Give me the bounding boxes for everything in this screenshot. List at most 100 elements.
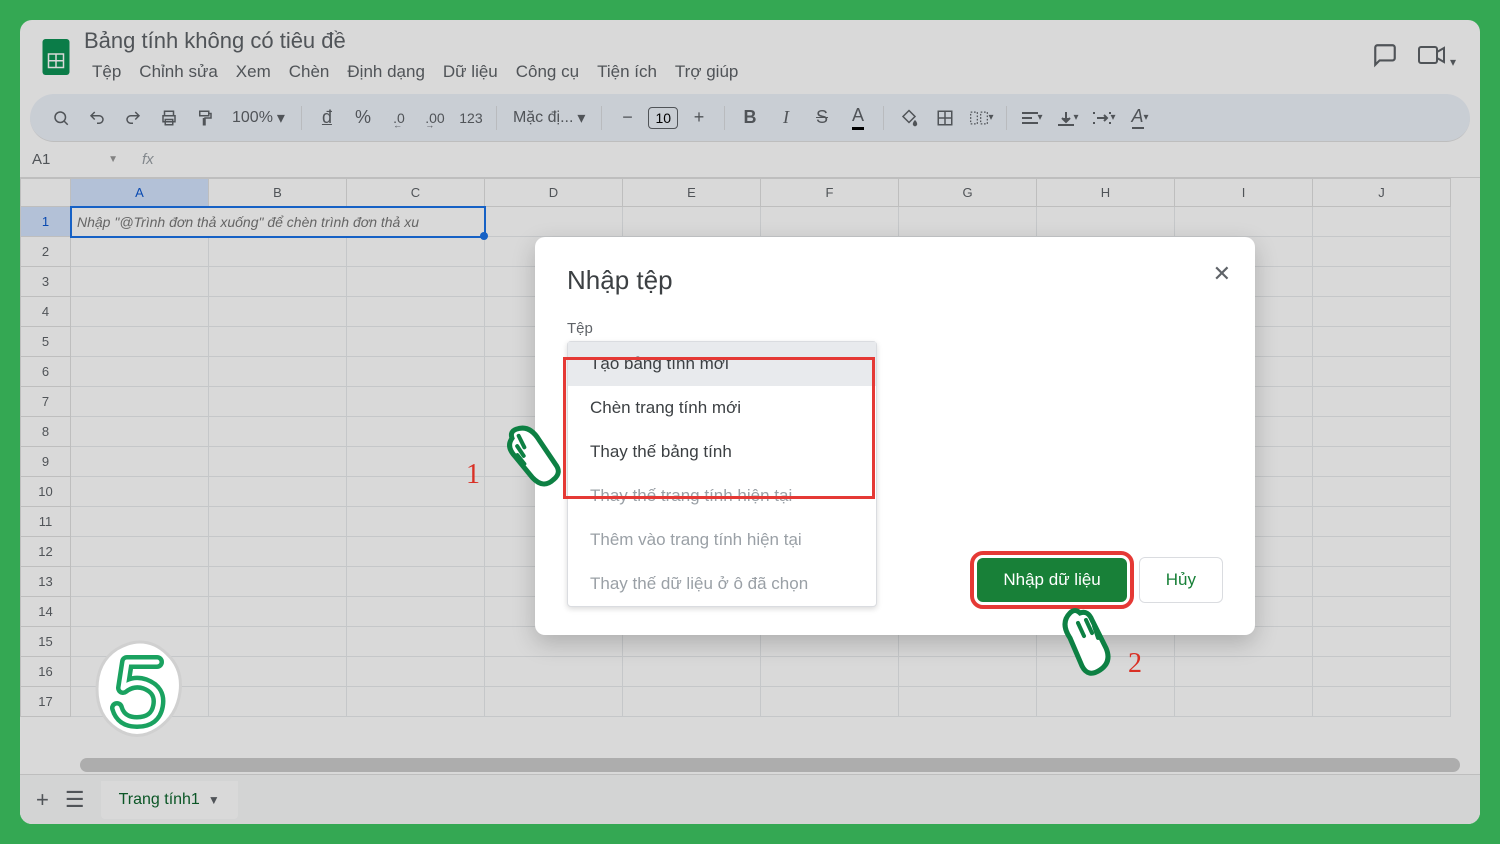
menu-định-dạng[interactable]: Định dạng bbox=[339, 58, 433, 86]
merge-button[interactable]: ▾ bbox=[966, 103, 996, 133]
cell-C15[interactable] bbox=[347, 627, 485, 657]
cell-J13[interactable] bbox=[1313, 567, 1451, 597]
row-header-6[interactable]: 6 bbox=[21, 357, 71, 387]
import-data-button[interactable]: Nhập dữ liệu bbox=[977, 558, 1126, 602]
col-header-G[interactable]: G bbox=[899, 179, 1037, 207]
cell-A12[interactable] bbox=[71, 537, 209, 567]
import-location-dropdown[interactable]: Tạo bảng tính mớiChèn trang tính mớiThay… bbox=[567, 341, 877, 607]
row-header-12[interactable]: 12 bbox=[21, 537, 71, 567]
cell-B8[interactable] bbox=[209, 417, 347, 447]
document-title[interactable]: Bảng tính không có tiêu đề bbox=[84, 28, 1372, 54]
import-option-0[interactable]: Tạo bảng tính mới bbox=[568, 342, 876, 386]
redo-icon[interactable] bbox=[118, 103, 148, 133]
paint-format-icon[interactable] bbox=[190, 103, 220, 133]
cell-B4[interactable] bbox=[209, 297, 347, 327]
row-header-15[interactable]: 15 bbox=[21, 627, 71, 657]
row-header-3[interactable]: 3 bbox=[21, 267, 71, 297]
cell-J7[interactable] bbox=[1313, 387, 1451, 417]
cell-J2[interactable] bbox=[1313, 237, 1451, 267]
all-sheets-button[interactable]: ☰ bbox=[65, 787, 85, 813]
font-size-decrease[interactable]: − bbox=[612, 103, 642, 133]
cell-G17[interactable] bbox=[899, 687, 1037, 717]
cell-C13[interactable] bbox=[347, 567, 485, 597]
cell-A11[interactable] bbox=[71, 507, 209, 537]
cell-J6[interactable] bbox=[1313, 357, 1451, 387]
cell-B3[interactable] bbox=[209, 267, 347, 297]
cell-F17[interactable] bbox=[761, 687, 899, 717]
cell-C9[interactable] bbox=[347, 447, 485, 477]
zoom-select[interactable]: 100% ▾ bbox=[226, 108, 291, 128]
cell-A1[interactable]: Nhập "@Trình đơn thả xuống" để chèn trìn… bbox=[71, 207, 485, 237]
cell-H17[interactable] bbox=[1037, 687, 1175, 717]
cell-B9[interactable] bbox=[209, 447, 347, 477]
cell-C4[interactable] bbox=[347, 297, 485, 327]
cell-E16[interactable] bbox=[623, 657, 761, 687]
cell-B6[interactable] bbox=[209, 357, 347, 387]
strikethrough-button[interactable]: S bbox=[807, 103, 837, 133]
italic-button[interactable]: I bbox=[771, 103, 801, 133]
cell-A9[interactable] bbox=[71, 447, 209, 477]
select-all-corner[interactable] bbox=[21, 179, 71, 207]
cell-A14[interactable] bbox=[71, 597, 209, 627]
cell-C8[interactable] bbox=[347, 417, 485, 447]
cell-J5[interactable] bbox=[1313, 327, 1451, 357]
wrap-button[interactable]: ▾ bbox=[1089, 103, 1119, 133]
percent-format[interactable]: % bbox=[348, 103, 378, 133]
cell-B12[interactable] bbox=[209, 537, 347, 567]
row-header-16[interactable]: 16 bbox=[21, 657, 71, 687]
cell-B13[interactable] bbox=[209, 567, 347, 597]
fill-color-button[interactable] bbox=[894, 103, 924, 133]
cell-C10[interactable] bbox=[347, 477, 485, 507]
cell-H1[interactable] bbox=[1037, 207, 1175, 237]
cell-I16[interactable] bbox=[1175, 657, 1313, 687]
cell-J1[interactable] bbox=[1313, 207, 1451, 237]
menu-dữ-liệu[interactable]: Dữ liệu bbox=[435, 58, 506, 86]
cell-B10[interactable] bbox=[209, 477, 347, 507]
row-header-7[interactable]: 7 bbox=[21, 387, 71, 417]
row-header-14[interactable]: 14 bbox=[21, 597, 71, 627]
cell-J16[interactable] bbox=[1313, 657, 1451, 687]
cell-F1[interactable] bbox=[761, 207, 899, 237]
row-header-17[interactable]: 17 bbox=[21, 687, 71, 717]
search-icon[interactable] bbox=[46, 103, 76, 133]
cell-J11[interactable] bbox=[1313, 507, 1451, 537]
menu-chèn[interactable]: Chèn bbox=[281, 58, 338, 86]
cell-C2[interactable] bbox=[347, 237, 485, 267]
increase-decimal[interactable]: .00→ bbox=[420, 103, 450, 133]
cell-F16[interactable] bbox=[761, 657, 899, 687]
v-align-button[interactable]: ▾ bbox=[1053, 103, 1083, 133]
col-header-J[interactable]: J bbox=[1313, 179, 1451, 207]
cell-E17[interactable] bbox=[623, 687, 761, 717]
cell-J4[interactable] bbox=[1313, 297, 1451, 327]
sheet-tab-1[interactable]: Trang tính1▼ bbox=[101, 781, 238, 819]
menu-trợ-giúp[interactable]: Trợ giúp bbox=[667, 58, 746, 86]
cell-A4[interactable] bbox=[71, 297, 209, 327]
col-header-A[interactable]: A bbox=[71, 179, 209, 207]
row-header-5[interactable]: 5 bbox=[21, 327, 71, 357]
menu-chỉnh-sửa[interactable]: Chỉnh sửa bbox=[131, 58, 225, 86]
cell-B2[interactable] bbox=[209, 237, 347, 267]
row-header-11[interactable]: 11 bbox=[21, 507, 71, 537]
font-size-input[interactable]: 10 bbox=[648, 107, 678, 129]
font-size-increase[interactable]: + bbox=[684, 103, 714, 133]
undo-icon[interactable] bbox=[82, 103, 112, 133]
cell-G1[interactable] bbox=[899, 207, 1037, 237]
cell-J12[interactable] bbox=[1313, 537, 1451, 567]
import-option-1[interactable]: Chèn trang tính mới bbox=[568, 386, 876, 430]
name-box[interactable]: A1▼ bbox=[20, 147, 130, 172]
cell-I17[interactable] bbox=[1175, 687, 1313, 717]
row-header-9[interactable]: 9 bbox=[21, 447, 71, 477]
cell-B15[interactable] bbox=[209, 627, 347, 657]
cell-C12[interactable] bbox=[347, 537, 485, 567]
cell-I1[interactable] bbox=[1175, 207, 1313, 237]
col-header-E[interactable]: E bbox=[623, 179, 761, 207]
row-header-1[interactable]: 1 bbox=[21, 207, 71, 237]
add-sheet-button[interactable]: + bbox=[36, 787, 49, 813]
cell-C3[interactable] bbox=[347, 267, 485, 297]
cell-B14[interactable] bbox=[209, 597, 347, 627]
font-select[interactable]: Mặc đị... ▾ bbox=[507, 108, 592, 128]
text-color-button[interactable]: A bbox=[843, 103, 873, 133]
row-header-8[interactable]: 8 bbox=[21, 417, 71, 447]
bold-button[interactable]: B bbox=[735, 103, 765, 133]
row-header-10[interactable]: 10 bbox=[21, 477, 71, 507]
